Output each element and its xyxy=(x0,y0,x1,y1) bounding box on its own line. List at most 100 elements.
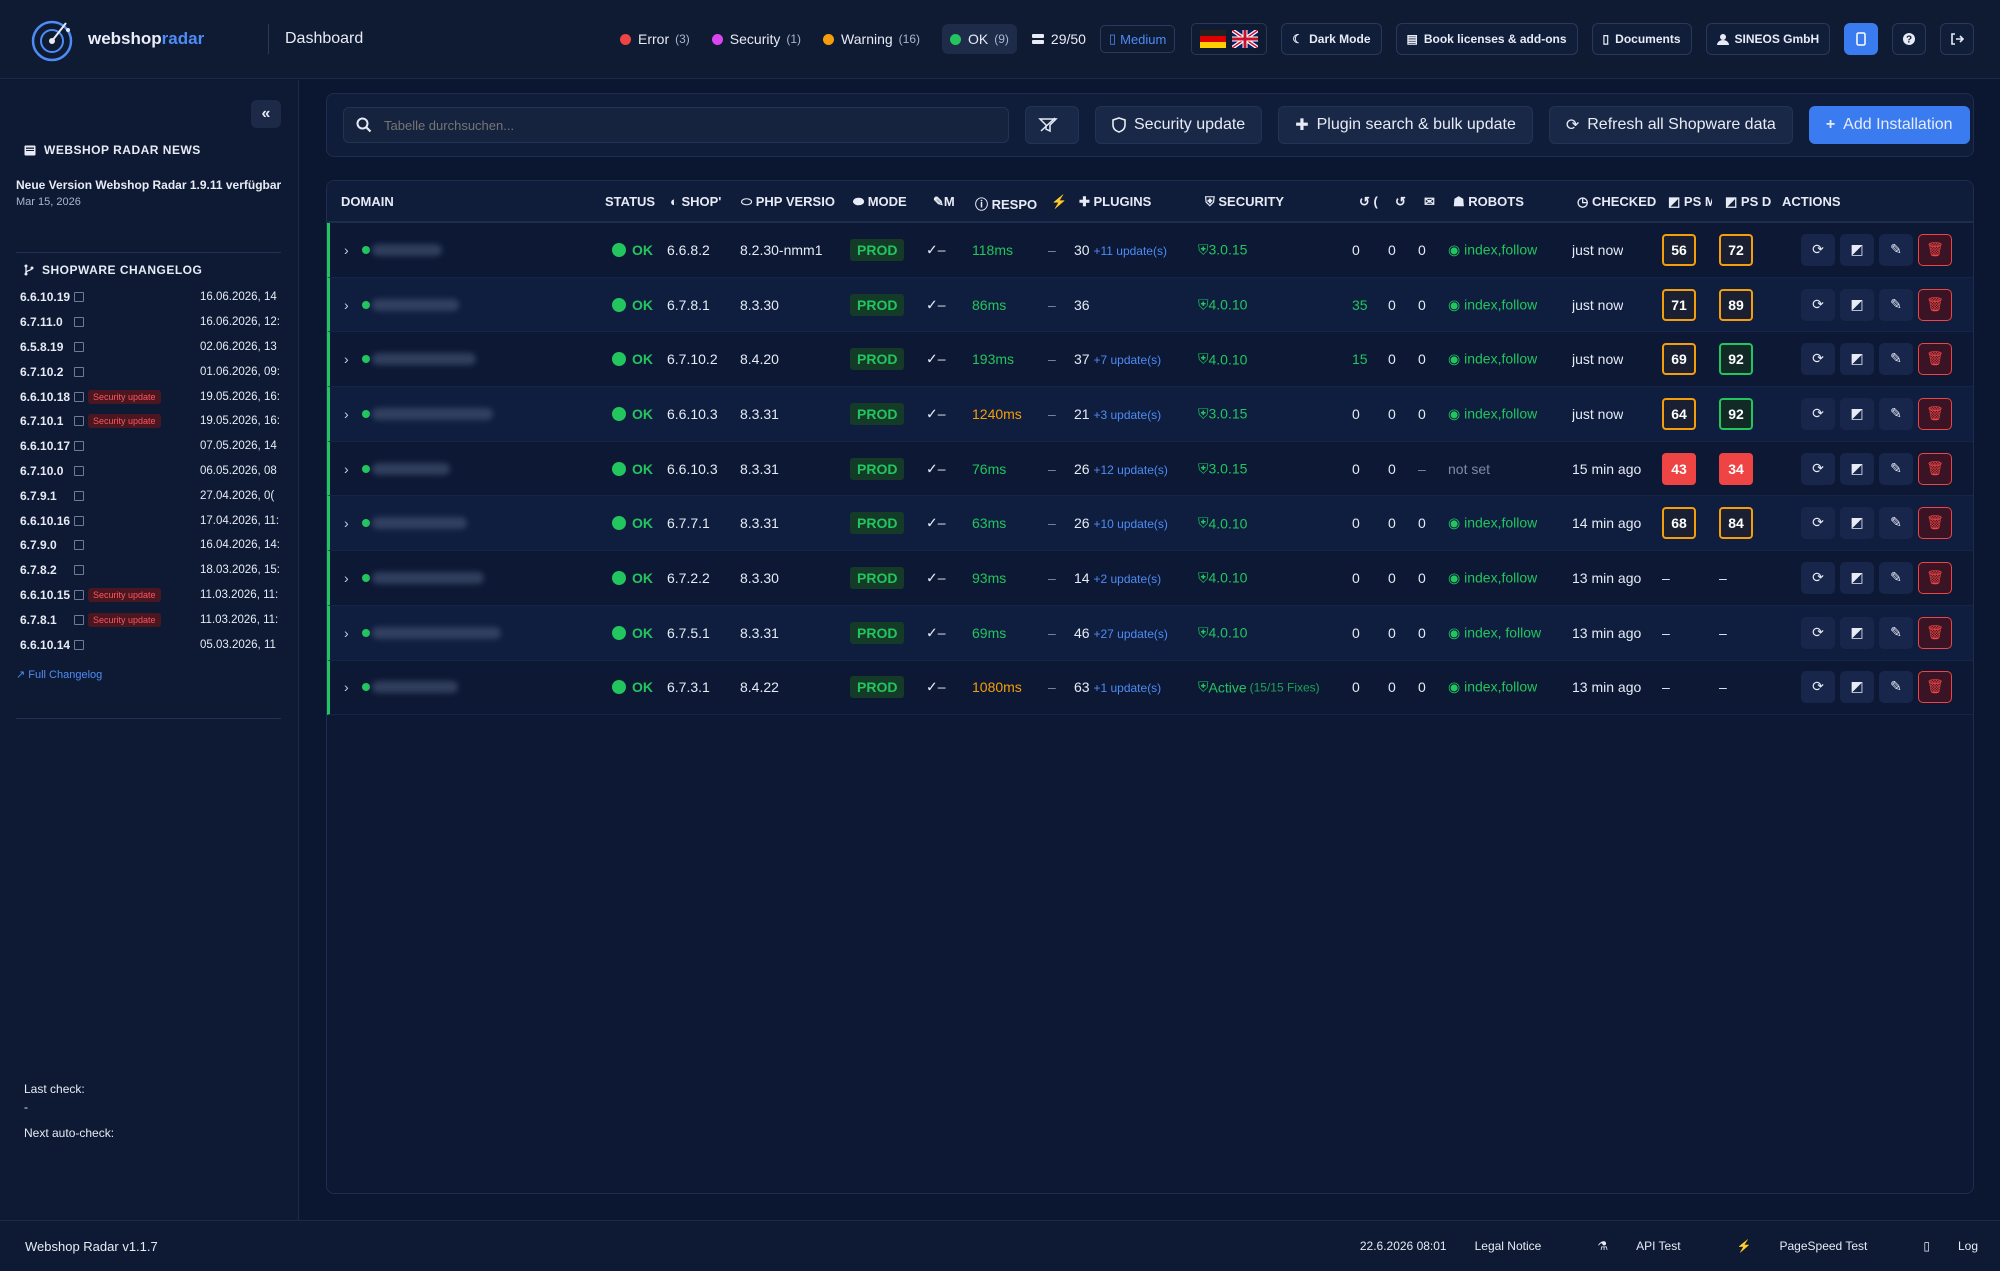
expand-chevron-icon[interactable]: › xyxy=(344,242,349,258)
changelog-item[interactable]: 6.7.10.2 01.06.2026, 09: xyxy=(20,359,282,384)
search-input[interactable] xyxy=(384,117,984,133)
plugins-cell[interactable]: 14 +2 update(s) xyxy=(1074,570,1161,586)
german-flag-icon[interactable] xyxy=(1200,30,1227,48)
changelog-item[interactable]: 6.7.9.0 16.04.2026, 14: xyxy=(20,533,282,558)
domain-blurred[interactable] xyxy=(372,353,476,366)
log-link[interactable]: ▯ Log xyxy=(1895,1239,1978,1253)
pagespeed-button[interactable]: ◩ xyxy=(1840,561,1874,594)
plugin-updates-link[interactable]: +7 update(s) xyxy=(1093,353,1161,367)
edit-button[interactable]: ✎ xyxy=(1879,671,1913,704)
pagespeed-button[interactable]: ◩ xyxy=(1840,343,1874,376)
domain-blurred[interactable] xyxy=(372,298,459,311)
edit-button[interactable]: ✎ xyxy=(1879,397,1913,430)
delete-button[interactable]: 🗑 xyxy=(1918,671,1952,704)
expand-chevron-icon[interactable]: › xyxy=(344,406,349,422)
col-pagespeed-mobile[interactable]: ◩ PS M xyxy=(1668,194,1712,210)
table-row[interactable]: › OK 6.6.8.2 8.2.30-nmm1 PROD ✓– 118ms – 30 +11 … xyxy=(327,223,1973,278)
delete-button[interactable]: 🗑 xyxy=(1918,561,1952,594)
col-response[interactable]: ⓘ RESPO xyxy=(975,194,1037,213)
pagespeed-button[interactable]: ◩ xyxy=(1840,507,1874,540)
uk-flag-icon[interactable] xyxy=(1232,30,1259,48)
full-changelog-link[interactable]: ↗ Full Changelog xyxy=(16,668,102,681)
security-update-button[interactable]: Security update xyxy=(1095,106,1263,144)
col-checked[interactable]: ◷ CHECKED xyxy=(1577,194,1659,210)
bolt-icon[interactable]: ⚡ xyxy=(1051,194,1067,210)
table-row[interactable]: › OK 6.6.10.3 8.3.31 PROD ✓– 1240ms – 21 +3 upda… xyxy=(327,387,1973,442)
expand-chevron-icon[interactable]: › xyxy=(344,625,349,641)
refresh-button[interactable]: ⟳ xyxy=(1801,671,1835,704)
pagespeed-button[interactable]: ◩ xyxy=(1840,233,1874,266)
changelog-item[interactable]: 6.7.9.1 27.04.2026, 0( xyxy=(20,483,282,508)
refresh-button[interactable]: ⟳ xyxy=(1801,288,1835,321)
col-plugins[interactable]: ✚ PLUGINS xyxy=(1079,194,1151,210)
domain-blurred[interactable] xyxy=(372,626,501,639)
plugins-cell[interactable]: 26 +12 update(s) xyxy=(1074,461,1168,477)
pagespeed-button[interactable]: ◩ xyxy=(1840,288,1874,321)
plugins-cell[interactable]: 46 +27 update(s) xyxy=(1074,625,1168,641)
history-icon[interactable]: ↺ xyxy=(1395,194,1406,210)
refresh-button[interactable]: ⟳ xyxy=(1801,233,1835,266)
status-filter-warning[interactable]: Warning (16) xyxy=(823,24,920,54)
table-row[interactable]: › OK 6.7.2.2 8.3.30 PROD ✓– 93ms – 14 +2 update(… xyxy=(327,551,1973,606)
refresh-button[interactable]: ⟳ xyxy=(1801,452,1835,485)
expand-chevron-icon[interactable]: › xyxy=(344,297,349,313)
delete-button[interactable]: 🗑 xyxy=(1918,343,1952,376)
refresh-button[interactable]: ⟳ xyxy=(1801,343,1835,376)
delete-button[interactable]: 🗑 xyxy=(1918,452,1952,485)
changelog-item[interactable]: 6.6.10.15 Security update 11.03.2026, 11: xyxy=(20,583,282,608)
changelog-item[interactable]: 6.7.11.0 16.06.2026, 12: xyxy=(20,310,282,335)
account-button[interactable]: SINEOS GmbH xyxy=(1705,23,1831,55)
refresh-button[interactable]: ⟳ xyxy=(1801,397,1835,430)
edit-button[interactable]: ✎ xyxy=(1879,561,1913,594)
refresh-all-button[interactable]: ⟳ Refresh all Shopware data xyxy=(1548,106,1793,144)
table-row[interactable]: › OK 6.7.8.1 8.3.30 PROD ✓– 86ms – 36 ⛨ 4.0.10 35 0… xyxy=(327,277,1973,333)
col-status[interactable]: STATUS xyxy=(605,194,655,209)
col-shop[interactable]: ◐ SHOP' xyxy=(670,194,728,209)
edit-button[interactable]: ✎ xyxy=(1879,288,1913,321)
col-pagespeed-desktop[interactable]: ◩ PS D xyxy=(1725,194,1771,210)
plugins-cell[interactable]: 36 xyxy=(1074,297,1090,313)
delete-button[interactable]: 🗑 xyxy=(1918,233,1952,266)
col-maintenance[interactable]: ✎M xyxy=(933,194,961,210)
edit-button[interactable]: ✎ xyxy=(1879,452,1913,485)
expand-chevron-icon[interactable]: › xyxy=(344,461,349,477)
col-mode[interactable]: ⬬ MODE xyxy=(853,194,907,210)
book-licenses-button[interactable]: ▤ Book licenses & add-ons xyxy=(1395,23,1578,55)
plugin-updates-link[interactable]: +11 update(s) xyxy=(1093,244,1167,258)
dark-mode-button[interactable]: ☾ Dark Mode xyxy=(1281,23,1382,55)
table-row[interactable]: › OK 6.6.10.3 8.3.31 PROD ✓– 76ms – 26 +12 updat… xyxy=(327,441,1973,497)
delete-button[interactable]: 🗑 xyxy=(1918,288,1952,321)
refresh-button[interactable]: ⟳ xyxy=(1801,561,1835,594)
domain-blurred[interactable] xyxy=(372,517,467,530)
changelog-item[interactable]: 6.7.8.2 18.03.2026, 15: xyxy=(20,558,282,583)
plugins-cell[interactable]: 63 +1 update(s) xyxy=(1074,679,1161,695)
edit-button[interactable]: ✎ xyxy=(1879,616,1913,649)
expand-chevron-icon[interactable]: › xyxy=(344,351,349,367)
changelog-item[interactable]: 6.6.10.19 16.06.2026, 14 xyxy=(20,285,282,310)
help-button[interactable]: ? xyxy=(1892,23,1927,55)
changelog-item[interactable]: 6.6.10.18 Security update 19.05.2026, 16: xyxy=(20,384,282,409)
col-robots[interactable]: ☗ ROBOTS xyxy=(1453,194,1524,210)
changelog-item[interactable]: 6.6.10.16 17.04.2026, 11: xyxy=(20,508,282,533)
domain-blurred[interactable] xyxy=(372,462,450,475)
changelog-item[interactable]: 6.5.8.19 02.06.2026, 13 xyxy=(20,335,282,360)
changelog-item[interactable]: 6.6.10.17 07.05.2026, 14 xyxy=(20,434,282,459)
plugin-updates-link[interactable]: +12 update(s) xyxy=(1093,463,1167,477)
plugin-updates-link[interactable]: +10 update(s) xyxy=(1093,517,1167,531)
pagespeed-button[interactable]: ◩ xyxy=(1840,616,1874,649)
status-filter-ok[interactable]: OK (9) xyxy=(942,24,1017,54)
logout-button[interactable] xyxy=(1940,23,1975,55)
pagespeed-button[interactable]: ◩ xyxy=(1840,397,1874,430)
logo[interactable]: webshopradar xyxy=(30,15,252,63)
table-row[interactable]: › OK 6.7.5.1 8.3.31 PROD ✓– 69ms – 46 +27 update… xyxy=(327,605,1973,661)
domain-blurred[interactable] xyxy=(372,681,458,694)
domain-blurred[interactable] xyxy=(372,243,442,256)
changelog-item[interactable]: 6.7.8.1 Security update 11.03.2026, 11: xyxy=(20,607,282,632)
plugins-cell[interactable]: 21 +3 update(s) xyxy=(1074,406,1161,422)
edit-button[interactable]: ✎ xyxy=(1879,343,1913,376)
clear-filter-button[interactable] xyxy=(1025,106,1079,144)
plugin-updates-link[interactable]: +2 update(s) xyxy=(1093,572,1161,586)
plugins-cell[interactable]: 37 +7 update(s) xyxy=(1074,351,1161,367)
col-domain[interactable]: DOMAIN xyxy=(341,194,394,209)
collapse-sidebar-button[interactable]: « xyxy=(251,100,281,128)
